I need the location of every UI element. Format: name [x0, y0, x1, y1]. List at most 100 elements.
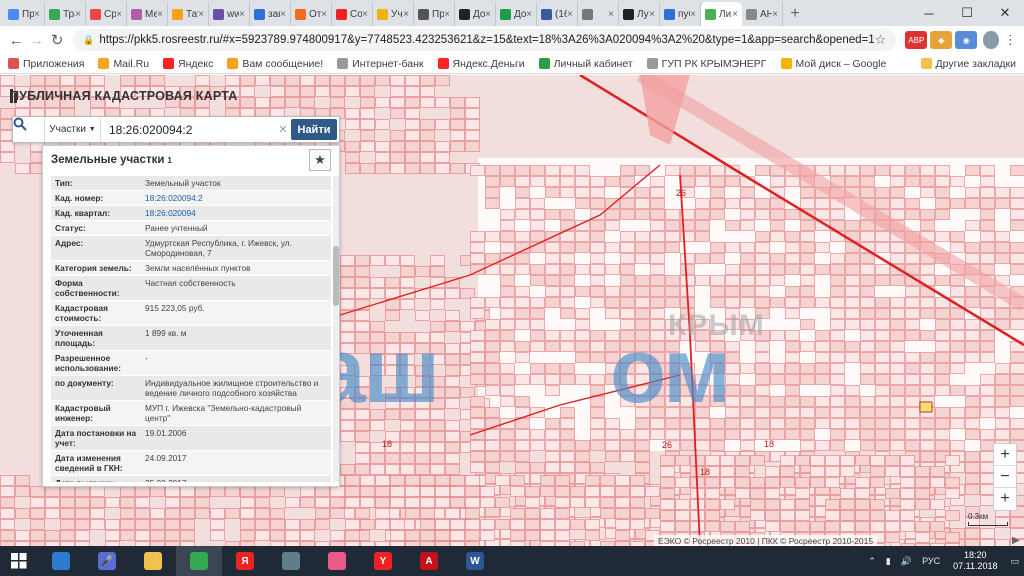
browser-tab[interactable]: Пр × [414, 2, 455, 26]
collapse-arrow-icon[interactable]: ▶ [1012, 535, 1020, 546]
parcel [45, 75, 60, 86]
maximize-button[interactable]: ☐ [948, 0, 986, 26]
bookmark-item[interactable]: Яндекс [163, 58, 213, 70]
panel-scrollbar[interactable] [333, 176, 339, 482]
close-tab-icon[interactable]: × [280, 9, 286, 20]
profile-avatar[interactable] [983, 31, 999, 49]
taskbar-calculator[interactable] [268, 546, 314, 576]
search-button[interactable]: Найти [291, 119, 337, 140]
clear-search-icon[interactable]: ✕ [275, 123, 291, 136]
new-tab-button[interactable]: + [783, 2, 807, 26]
browser-tab[interactable]: Уч × [373, 2, 414, 26]
taskbar-search[interactable] [38, 546, 84, 576]
extension-icon[interactable]: ◉ [955, 31, 978, 49]
taskbar-yandex-browser[interactable]: Y [360, 546, 406, 576]
close-window-button[interactable]: ✕ [986, 0, 1024, 26]
parcel [935, 176, 950, 187]
search-input[interactable] [101, 117, 275, 142]
browser-tab[interactable]: Тат× [168, 2, 209, 26]
close-tab-icon[interactable]: × [403, 9, 409, 20]
search-type-dropdown[interactable]: Участки ▼ [45, 117, 101, 142]
zoom-in-button[interactable]: + [994, 444, 1016, 466]
minimize-button[interactable]: ─ [910, 0, 948, 26]
tray-up-arrow-icon[interactable]: ⌃ [868, 556, 876, 567]
browser-tab[interactable]: ww× [209, 2, 250, 26]
close-tab-icon[interactable]: × [690, 9, 696, 20]
browser-menu-icon[interactable]: ⋮ [1003, 32, 1018, 48]
favorite-star-button[interactable]: ★ [309, 149, 331, 171]
bookmark-item[interactable]: Яндекс.Деньги [437, 58, 525, 70]
search-icon[interactable] [13, 117, 45, 142]
language-indicator[interactable]: РУС [922, 556, 940, 566]
notifications-icon[interactable]: ▭ [1010, 556, 1019, 567]
reload-button[interactable]: ↻ [47, 31, 67, 49]
close-tab-icon[interactable]: × [75, 9, 81, 20]
bookmark-item[interactable]: Mail.Ru [98, 58, 149, 70]
taskbar-chrome[interactable] [176, 546, 222, 576]
back-button[interactable]: ← [6, 32, 26, 49]
network-icon[interactable]: ▮ [886, 556, 891, 567]
close-tab-icon[interactable]: × [362, 9, 368, 20]
close-tab-icon[interactable]: × [444, 9, 450, 20]
browser-tab[interactable]: Ср × [86, 2, 127, 26]
browser-tab[interactable]: До × [455, 2, 496, 26]
close-tab-icon[interactable]: × [485, 9, 491, 20]
cadastral-map[interactable]: 26 18 18 26 18 КРЫМ Ваш ом ПУБЛИЧНАЯ КАДАСТР… [0, 75, 1024, 546]
bookmark-item[interactable]: Интернет-банк [337, 58, 424, 70]
forward-button[interactable]: → [26, 32, 46, 49]
close-tab-icon[interactable]: × [649, 9, 655, 20]
other-bookmarks[interactable]: Другие закладки [920, 58, 1016, 70]
bookmark-item[interactable]: Мой диск – Google [780, 58, 886, 70]
taskbar-yandex[interactable]: Я [222, 546, 268, 576]
browser-tab[interactable]: Пр × [4, 2, 45, 26]
browser-tab[interactable]: АН× [742, 2, 783, 26]
taskbar-word[interactable]: W [452, 546, 498, 576]
close-tab-icon[interactable]: × [321, 9, 327, 20]
close-tab-icon[interactable]: × [157, 9, 163, 20]
browser-tab[interactable]: × [578, 2, 619, 26]
browser-tab[interactable]: Со × [332, 2, 373, 26]
taskbar-explorer[interactable] [130, 546, 176, 576]
browser-tab[interactable]: До × [496, 2, 537, 26]
browser-tab[interactable]: Тра× [45, 2, 86, 26]
full-extent-button[interactable]: + [994, 488, 1016, 510]
taskbar-mic[interactable]: 🎤 [84, 546, 130, 576]
volume-icon[interactable]: 🔊 [901, 556, 912, 567]
close-tab-icon[interactable]: × [567, 9, 573, 20]
close-tab-icon[interactable]: × [34, 9, 40, 20]
tab-favicon-icon [254, 8, 265, 20]
browser-tab[interactable]: (16× [537, 2, 578, 26]
bookmark-star-icon[interactable]: ☆ [875, 32, 887, 48]
property-link[interactable]: 18:26:020094 [145, 208, 327, 218]
close-tab-icon[interactable]: × [239, 9, 245, 20]
parcel [795, 510, 810, 521]
browser-tab[interactable]: зак× [250, 2, 291, 26]
taskbar-acrobat[interactable]: A [406, 546, 452, 576]
bookmark-item[interactable]: Личный кабинет [538, 58, 633, 70]
close-tab-icon[interactable]: × [526, 9, 532, 20]
browser-tab[interactable]: Лу × [619, 2, 660, 26]
browser-tab[interactable]: Ли × [701, 2, 742, 26]
bookmark-item[interactable]: Приложения [8, 58, 84, 70]
bookmark-item[interactable]: ГУП РК КРЫМЭНЕРГ [646, 58, 767, 70]
close-tab-icon[interactable]: × [116, 9, 122, 20]
close-tab-icon[interactable]: × [772, 9, 778, 20]
close-tab-icon[interactable]: × [198, 9, 204, 20]
taskbar-paint[interactable] [314, 546, 360, 576]
extension-icon[interactable]: ◆ [930, 31, 953, 49]
browser-tab[interactable]: пуб× [660, 2, 701, 26]
parcel [890, 407, 905, 418]
bookmark-item[interactable]: Вам сообщение! [227, 58, 323, 70]
extension-icon[interactable]: ABP [905, 31, 928, 49]
scrollbar-thumb[interactable] [333, 246, 339, 306]
clock[interactable]: 18:20 07.11.2018 [953, 550, 997, 572]
browser-tab[interactable]: От × [291, 2, 332, 26]
property-link[interactable]: 18:26:020094:2 [145, 193, 327, 203]
start-button[interactable] [0, 546, 38, 576]
browser-tab[interactable]: Ме× [127, 2, 168, 26]
close-tab-icon[interactable]: × [608, 9, 614, 20]
url-text[interactable]: https://pkk5.rosreestr.ru/#x=5923789.974… [99, 34, 874, 46]
address-bar[interactable]: 🔒 https://pkk5.rosreestr.ru/#x=5923789.9… [73, 29, 897, 51]
close-tab-icon[interactable]: × [732, 9, 738, 20]
zoom-out-button[interactable]: − [994, 466, 1016, 488]
